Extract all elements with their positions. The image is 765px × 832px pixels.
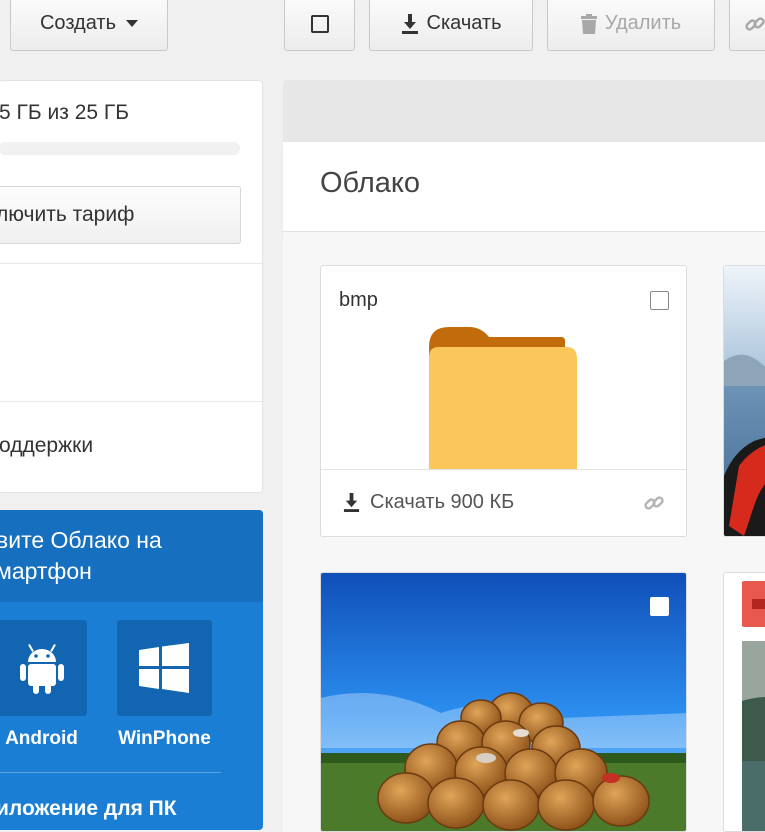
create-button[interactable]: Создать [10, 0, 168, 51]
link-icon[interactable] [643, 492, 665, 514]
photo-thumbnail [321, 573, 686, 831]
mobile-app-promo: вите Облако на мартфон Android WinPhone … [0, 510, 263, 830]
promo-title-line1: вите Облако на [0, 527, 162, 553]
upgrade-tariff-button[interactable]: лючить тариф [0, 186, 241, 244]
promo-header: вите Облако на мартфон [0, 510, 263, 602]
promo-divider [0, 772, 221, 773]
android-icon [20, 644, 64, 694]
divider [0, 401, 264, 402]
folder-tile[interactable]: bmp Скачать 900 КБ [320, 265, 687, 537]
download-icon [401, 13, 418, 34]
select-all-button[interactable] [284, 0, 355, 51]
android-label: Android [5, 728, 78, 749]
share-link-button[interactable] [729, 0, 765, 51]
android-app-button[interactable]: Android [0, 620, 87, 749]
winphone-label: WinPhone [118, 728, 211, 749]
photo-thumbnail [724, 266, 765, 536]
photo-tile[interactable] [723, 572, 765, 832]
main-top-bar [283, 80, 765, 142]
main-header: Облако [283, 142, 765, 232]
photo-checkbox[interactable] [650, 597, 669, 616]
promo-title-line2: мартфон [0, 558, 92, 584]
folder-download-label: Скачать 900 КБ [370, 491, 515, 513]
storage-panel: 5 ГБ из 25 ГБ лючить тариф оддержки [0, 80, 264, 493]
pc-app-link[interactable]: иложение для ПК [0, 797, 177, 821]
download-button[interactable]: Скачать [369, 0, 533, 51]
photo-tile[interactable] [723, 265, 765, 537]
delete-button[interactable]: Удалить [547, 0, 715, 51]
divider [0, 263, 264, 264]
link-icon [745, 16, 765, 31]
download-icon [343, 493, 360, 512]
winphone-app-button[interactable]: WinPhone [117, 620, 212, 749]
caret-down-icon [126, 20, 138, 27]
divider [321, 469, 686, 470]
storage-progress-bar [0, 142, 240, 155]
folder-icon [429, 327, 577, 469]
create-button-label: Создать [39, 12, 116, 34]
checkbox-icon [310, 14, 329, 33]
photo-thumbnail [742, 641, 765, 831]
trash-icon [580, 13, 597, 34]
storage-usage-text: 5 ГБ из 25 ГБ [0, 101, 130, 124]
delete-button-label: Удалить [604, 12, 682, 34]
support-link[interactable]: оддержки [0, 434, 93, 458]
photo-tile[interactable] [320, 572, 687, 832]
status-badge [742, 581, 765, 627]
badge-mark [752, 599, 765, 609]
folder-name: bmp [339, 289, 378, 311]
windows-icon [139, 643, 189, 693]
upgrade-tariff-label: лючить тариф [0, 203, 135, 226]
download-button-label: Скачать [426, 12, 502, 34]
folder-checkbox[interactable] [650, 291, 669, 310]
folder-download-link[interactable]: Скачать 900 КБ [343, 491, 514, 514]
page-title: Облако [320, 167, 421, 199]
